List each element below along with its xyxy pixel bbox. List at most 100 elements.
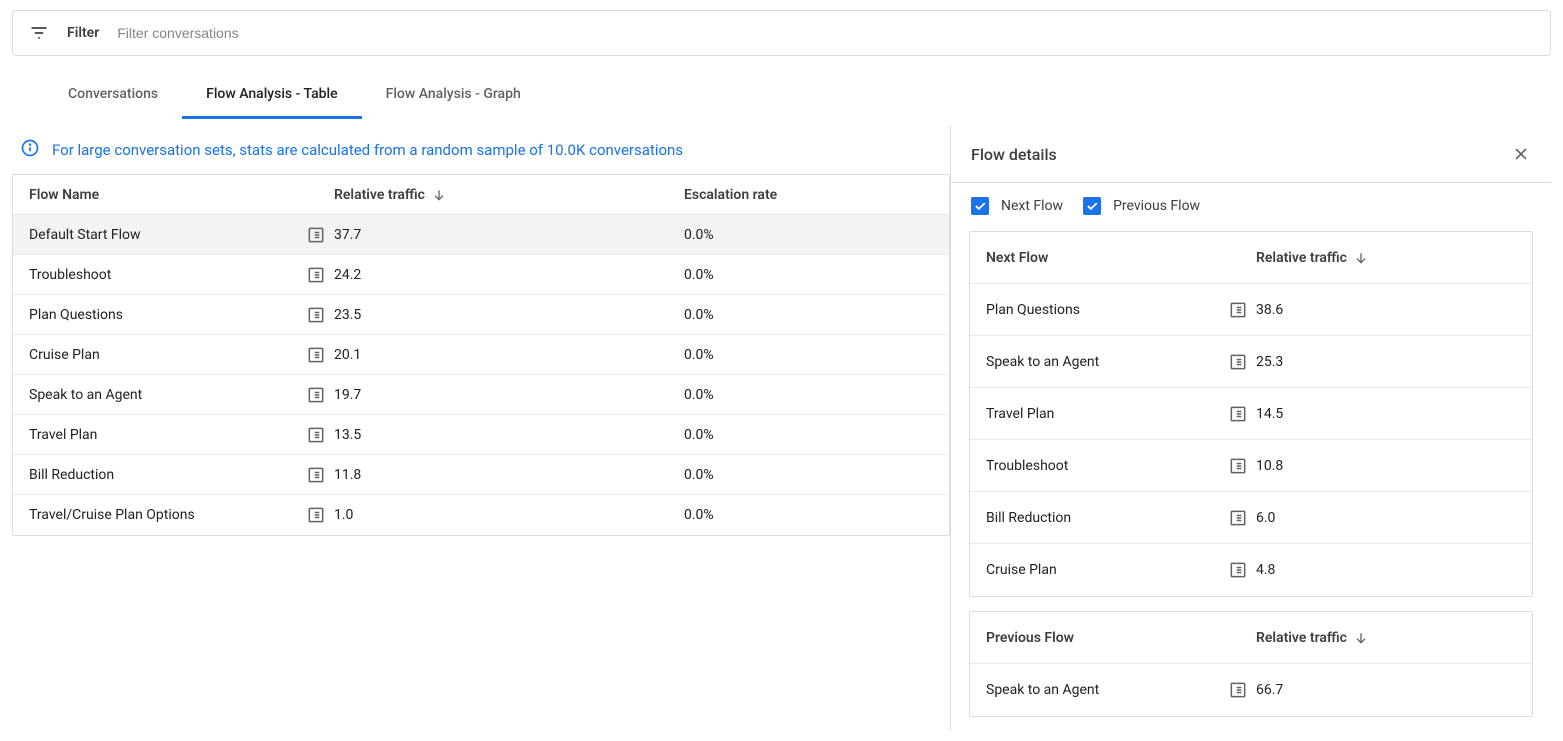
relative-traffic-value: 1.0 — [334, 507, 353, 523]
flow-name: Travel Plan — [29, 427, 97, 443]
checkbox-previous-flow[interactable]: Previous Flow — [1083, 197, 1200, 215]
table-row[interactable]: Plan Questions 38.6 — [970, 284, 1532, 336]
flow-name: Cruise Plan — [29, 347, 100, 363]
next-flow-header-name[interactable]: Next Flow — [986, 250, 1256, 266]
tab-conversations[interactable]: Conversations — [44, 70, 182, 119]
escalation-rate-value: 0.0% — [684, 267, 714, 283]
escalation-rate-value: 0.0% — [684, 347, 714, 363]
relative-traffic-value: 25.3 — [1256, 354, 1283, 370]
relative-traffic-value: 19.7 — [334, 387, 361, 403]
table-row[interactable]: Cruise Plan 20.1 0.0% — [13, 335, 949, 375]
flow-name: Travel/Cruise Plan Options — [29, 507, 195, 523]
flow-name: Plan Questions — [29, 307, 123, 323]
list-icon[interactable] — [306, 465, 326, 485]
filter-label: Filter — [67, 25, 99, 41]
tabs: Conversations Flow Analysis - Table Flow… — [12, 70, 1551, 120]
flow-name: Plan Questions — [986, 302, 1080, 318]
escalation-rate-value: 0.0% — [684, 427, 714, 443]
relative-traffic-value: 24.2 — [334, 267, 361, 283]
flow-name: Speak to an Agent — [986, 682, 1099, 698]
table-row[interactable]: Troubleshoot 10.8 — [970, 440, 1532, 492]
table-row[interactable]: Bill Reduction 11.8 0.0% — [13, 455, 949, 495]
list-icon[interactable] — [1228, 680, 1248, 700]
sort-desc-icon — [1353, 630, 1369, 646]
info-banner: For large conversation sets, stats are c… — [12, 126, 950, 174]
table-row[interactable]: Default Start Flow37.70.0% — [13, 215, 949, 255]
relative-traffic-value: 10.8 — [1256, 458, 1283, 474]
checkbox-icon — [1083, 197, 1101, 215]
relative-traffic-value: 4.8 — [1256, 562, 1275, 578]
previous-flow-header-name[interactable]: Previous Flow — [986, 630, 1256, 646]
flow-filter-checkboxes: Next Flow Previous Flow — [951, 183, 1551, 225]
tab-flow-analysis-table[interactable]: Flow Analysis - Table — [182, 70, 362, 119]
col-header-escalation-rate[interactable]: Escalation rate — [684, 187, 933, 203]
flow-name: Default Start Flow — [29, 227, 141, 243]
flow-name: Bill Reduction — [986, 510, 1071, 526]
list-icon[interactable] — [1228, 508, 1248, 528]
flow-name: Bill Reduction — [29, 467, 114, 483]
list-icon[interactable] — [306, 225, 326, 245]
list-icon[interactable] — [1228, 560, 1248, 580]
escalation-rate-value: 0.0% — [684, 467, 714, 483]
relative-traffic-value: 37.7 — [334, 227, 361, 243]
table-row[interactable]: Plan Questions 23.5 0.0% — [13, 295, 949, 335]
table-row[interactable]: Travel Plan 13.5 0.0% — [13, 415, 949, 455]
tab-flow-analysis-graph[interactable]: Flow Analysis - Graph — [362, 70, 545, 119]
escalation-rate-value: 0.0% — [684, 507, 714, 523]
escalation-rate-value: 0.0% — [684, 307, 714, 323]
relative-traffic-value: 14.5 — [1256, 406, 1283, 422]
flow-name: Speak to an Agent — [29, 387, 142, 403]
relative-traffic-value: 6.0 — [1256, 510, 1275, 526]
col-header-relative-traffic[interactable]: Relative traffic — [334, 187, 684, 203]
checkbox-next-flow[interactable]: Next Flow — [971, 197, 1063, 215]
flow-name: Travel Plan — [986, 406, 1054, 422]
info-icon — [20, 138, 40, 162]
filter-bar: Filter — [12, 10, 1551, 56]
relative-traffic-value: 11.8 — [334, 467, 361, 483]
flow-details-panel: Flow details Next Flow Previous Flow Nex… — [951, 126, 1551, 731]
next-flow-header: Next Flow Relative traffic — [970, 232, 1532, 284]
list-icon[interactable] — [306, 265, 326, 285]
relative-traffic-value: 38.6 — [1256, 302, 1283, 318]
list-icon[interactable] — [306, 425, 326, 445]
info-text: For large conversation sets, stats are c… — [52, 141, 683, 159]
previous-flow-header-traffic[interactable]: Relative traffic — [1256, 630, 1516, 646]
checkbox-label: Previous Flow — [1113, 198, 1200, 214]
list-icon[interactable] — [306, 345, 326, 365]
table-row[interactable]: Speak to an Agent 25.3 — [970, 336, 1532, 388]
filter-input[interactable] — [117, 25, 1534, 41]
table-row[interactable]: Cruise Plan4.8 — [970, 544, 1532, 596]
sort-desc-icon — [431, 187, 447, 203]
flow-table-panel: For large conversation sets, stats are c… — [12, 126, 951, 731]
checkbox-label: Next Flow — [1001, 198, 1063, 214]
next-flow-header-traffic[interactable]: Relative traffic — [1256, 250, 1516, 266]
list-icon[interactable] — [1228, 404, 1248, 424]
escalation-rate-value: 0.0% — [684, 387, 714, 403]
flow-table: Flow Name Relative traffic Escalation ra… — [12, 174, 950, 536]
relative-traffic-value: 13.5 — [334, 427, 361, 443]
previous-flow-table: Previous Flow Relative traffic Speak to … — [969, 611, 1533, 717]
table-row[interactable]: Troubleshoot24.20.0% — [13, 255, 949, 295]
list-icon[interactable] — [306, 385, 326, 405]
previous-flow-header: Previous Flow Relative traffic — [970, 612, 1532, 664]
relative-traffic-value: 23.5 — [334, 307, 361, 323]
table-row[interactable]: Speak to an Agent66.7 — [970, 664, 1532, 716]
flow-name: Troubleshoot — [986, 458, 1068, 474]
col-header-flow-name[interactable]: Flow Name — [29, 187, 334, 203]
checkbox-icon — [971, 197, 989, 215]
flow-name: Speak to an Agent — [986, 354, 1099, 370]
sort-desc-icon — [1353, 250, 1369, 266]
list-icon[interactable] — [1228, 456, 1248, 476]
list-icon[interactable] — [306, 305, 326, 325]
table-header-row: Flow Name Relative traffic Escalation ra… — [13, 175, 949, 215]
table-row[interactable]: Bill Reduction 6.0 — [970, 492, 1532, 544]
filter-icon — [29, 23, 49, 43]
list-icon[interactable] — [306, 505, 326, 525]
relative-traffic-value: 20.1 — [334, 347, 361, 363]
close-button[interactable] — [1511, 144, 1531, 164]
list-icon[interactable] — [1228, 352, 1248, 372]
list-icon[interactable] — [1228, 300, 1248, 320]
table-row[interactable]: Travel/Cruise Plan Options 1.0 0.0% — [13, 495, 949, 535]
table-row[interactable]: Speak to an Agent 19.7 0.0% — [13, 375, 949, 415]
table-row[interactable]: Travel Plan 14.5 — [970, 388, 1532, 440]
